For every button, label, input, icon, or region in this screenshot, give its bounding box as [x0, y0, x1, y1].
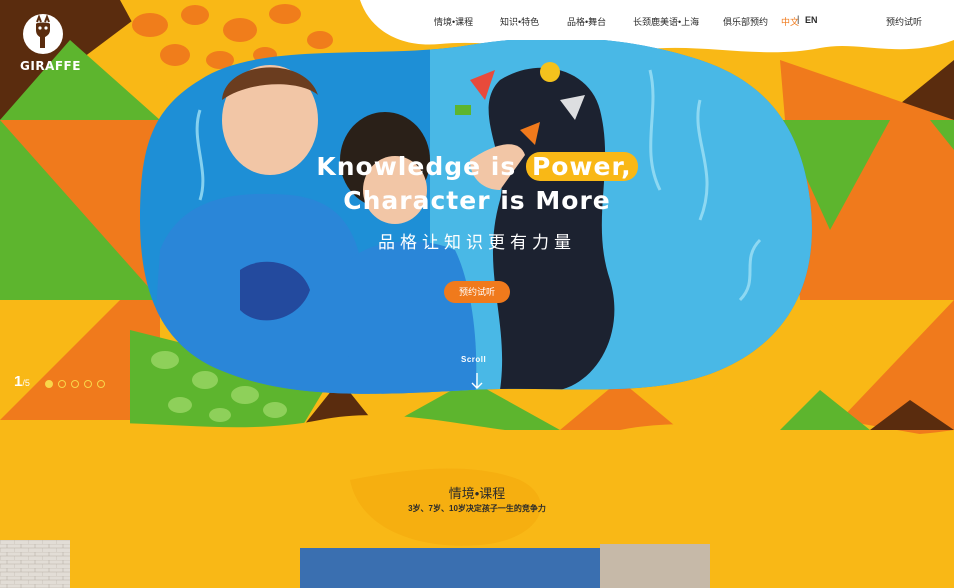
hero-headline-highlight: Power, — [525, 152, 638, 181]
nav-item-course[interactable]: 情境•课程 — [434, 15, 473, 28]
hero-headline-1: Knowledge is Power, — [0, 152, 954, 181]
lang-en-link[interactable]: EN — [805, 15, 818, 25]
page: GIRAFFE 情境•课程 知识•特色 品格•舞台 长颈鹿美语•上海 俱乐部预约… — [0, 0, 954, 588]
slide-dot-5[interactable] — [97, 380, 105, 388]
slide-dot-3[interactable] — [71, 380, 79, 388]
nav-item-shanghai[interactable]: 长颈鹿美语•上海 — [633, 15, 699, 28]
nav-item-knowledge[interactable]: 知识•特色 — [500, 15, 539, 28]
top-nav: 情境•课程 知识•特色 品格•舞台 长颈鹿美语•上海 俱乐部预约 中文 | EN… — [0, 0, 954, 40]
nav-book-trial[interactable]: 预约试听 — [886, 15, 922, 28]
book-trial-button[interactable]: 预约试听 — [444, 281, 510, 303]
section-title: 情境•课程 — [448, 486, 506, 501]
section-subtitle: 3岁、7岁、10岁决定孩子一生的竞争力 — [408, 504, 546, 513]
slide-dot-2[interactable] — [58, 380, 66, 388]
hero-headline-2: Character is More — [343, 186, 611, 215]
slide-counter: 1/5 — [14, 373, 30, 391]
slide-dot-1[interactable] — [45, 380, 53, 388]
brand-name: GIRAFFE — [20, 59, 81, 73]
lang-separator: | — [797, 14, 800, 24]
nav-item-character[interactable]: 品格•舞台 — [567, 15, 606, 28]
hero-headline-1-prefix: Knowledge is — [316, 152, 526, 181]
nav-item-club[interactable]: 俱乐部预约 — [723, 15, 768, 28]
arrow-down-icon[interactable] — [471, 372, 483, 390]
slide-total: /5 — [22, 378, 30, 388]
hero-subtitle: 品格让知识更有力量 — [378, 233, 576, 253]
slide-dot-4[interactable] — [84, 380, 92, 388]
scroll-label[interactable]: Scroll — [461, 355, 486, 364]
